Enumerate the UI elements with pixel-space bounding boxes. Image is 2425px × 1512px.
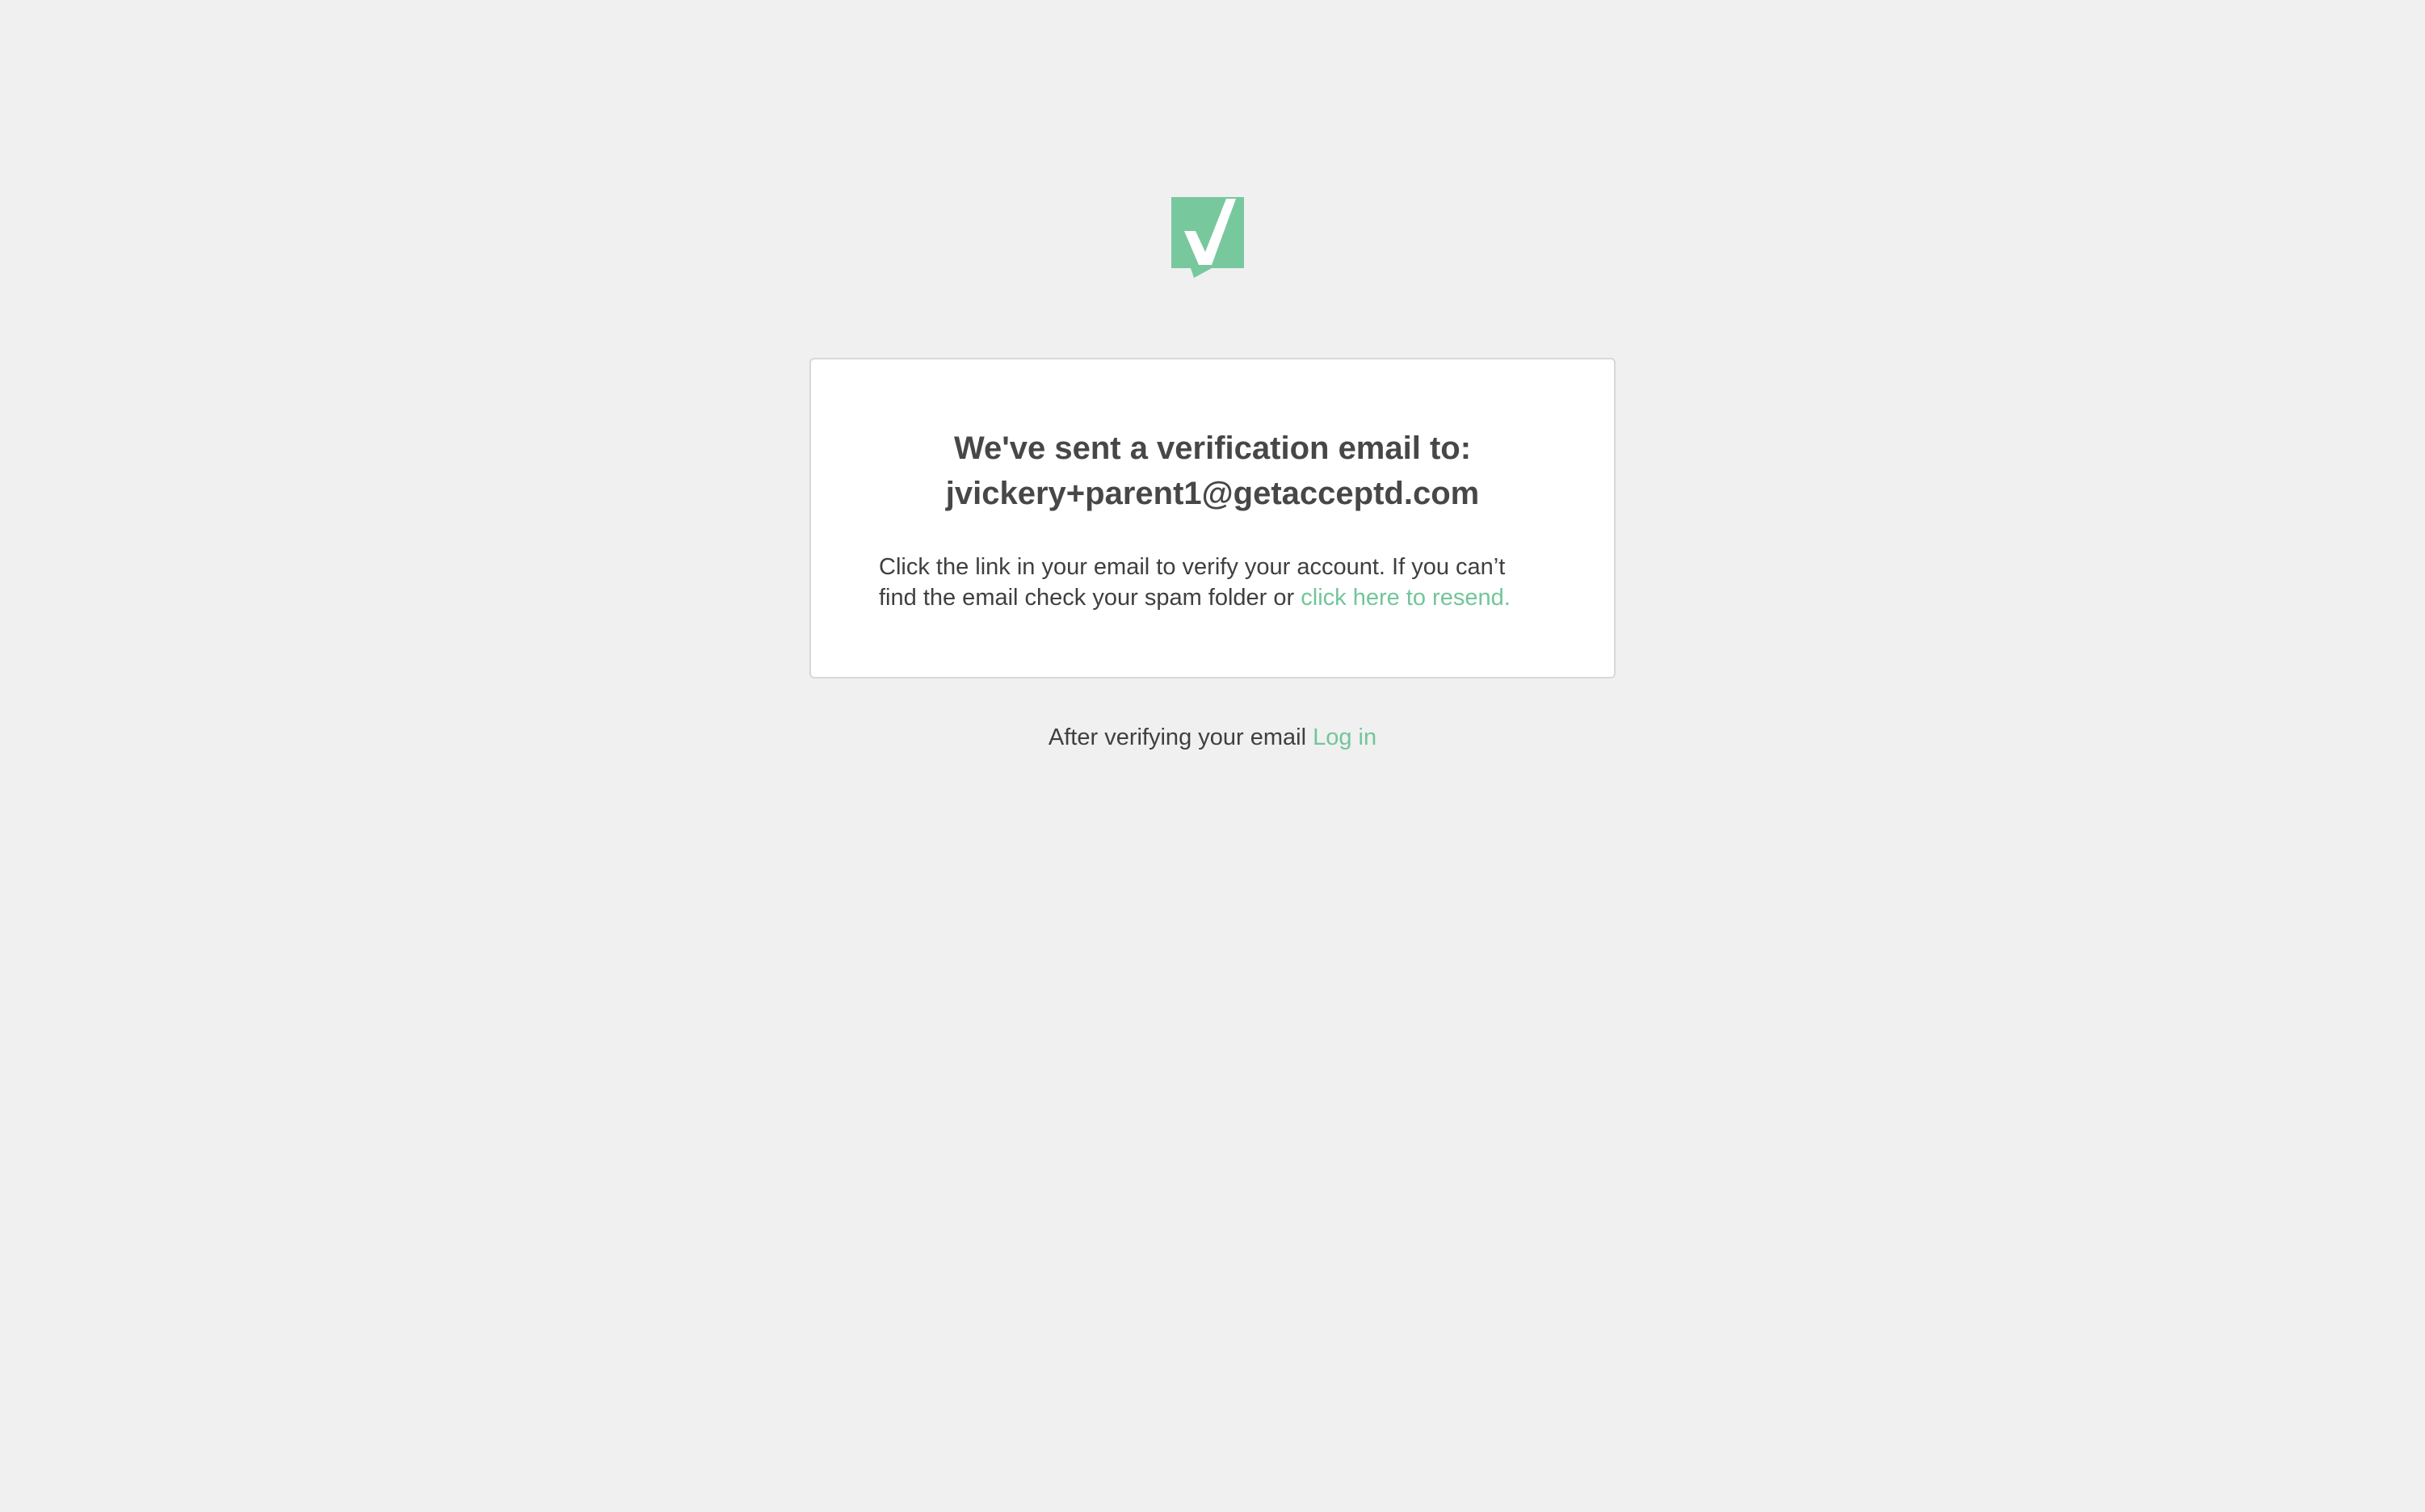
login-link[interactable]: Log in bbox=[1313, 724, 1376, 750]
page-title: We've sent a verification email to: jvic… bbox=[811, 426, 1614, 516]
heading-line-sent: We've sent a verification email to: bbox=[953, 430, 1472, 466]
footer-text: After verifying your email bbox=[1048, 724, 1313, 750]
footer-login-prompt: After verifying your email Log in bbox=[0, 719, 2425, 756]
verification-card: We've sent a verification email to: jvic… bbox=[809, 358, 1616, 678]
brand-logo bbox=[1171, 197, 1244, 278]
resend-link[interactable]: click here to resend. bbox=[1301, 585, 1511, 611]
email-address: jvickery+parent1@getacceptd.com bbox=[945, 476, 1480, 511]
instruction-text: Click the link in your email to verify y… bbox=[879, 552, 1541, 613]
checkmark-flag-icon bbox=[1171, 197, 1244, 278]
